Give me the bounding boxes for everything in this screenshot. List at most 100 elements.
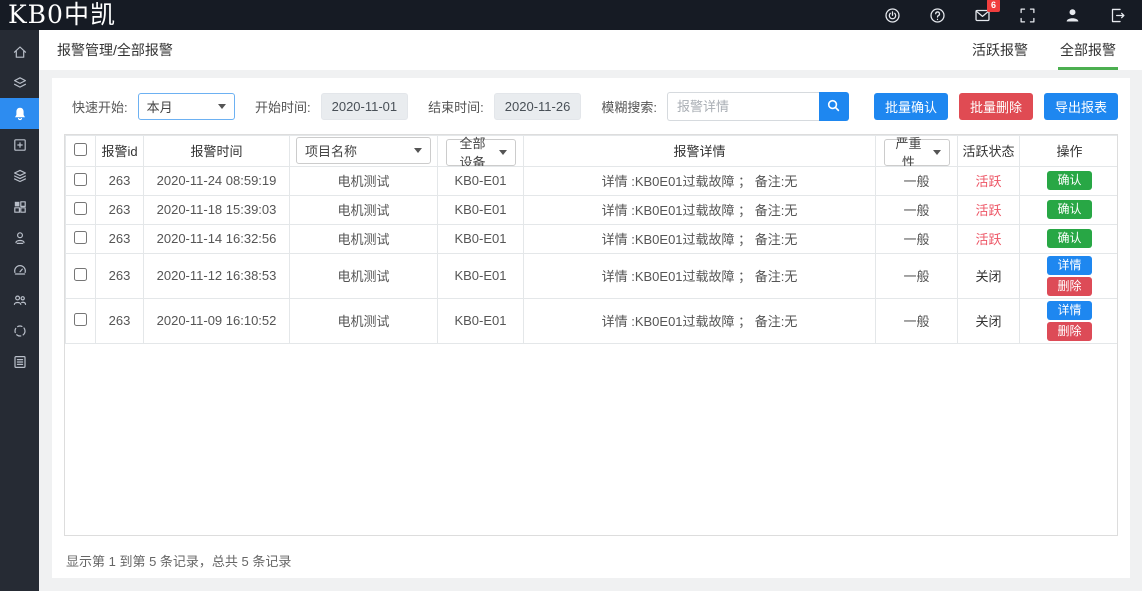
row-action-success-button[interactable]: 确认 (1047, 229, 1091, 248)
project-name-select[interactable]: 项目名称 (296, 137, 431, 164)
sidebar-item-stack[interactable] (0, 160, 39, 191)
device-select[interactable]: 全部设备 (446, 139, 516, 166)
sidebar-item-sync[interactable] (0, 315, 39, 346)
chevron-down-icon (933, 150, 941, 155)
column-alarm-details: 报警详情 (524, 136, 876, 167)
row-action-primary-button[interactable]: 详情 (1047, 256, 1091, 275)
search-icon (826, 98, 841, 116)
status-badge: 关闭 (958, 298, 1020, 343)
fullscreen-icon[interactable] (1018, 6, 1036, 24)
layers-icon (12, 75, 28, 91)
list-doc-icon (12, 354, 28, 370)
alarm-id: 263 (96, 253, 144, 298)
sidebar-item-logs[interactable] (0, 346, 39, 377)
app-logo: KB0中凯 (8, 1, 116, 29)
project-name: 电机测试 (290, 253, 438, 298)
home-icon (12, 44, 28, 60)
bell-icon (12, 106, 28, 122)
table-row: 2632020-11-09 16:10:52电机测试KB0-E01详情 :KB0… (66, 298, 1119, 343)
severity: 一般 (876, 166, 958, 195)
severity: 一般 (876, 298, 958, 343)
severity-select[interactable]: 严重性 (884, 139, 950, 166)
mail-badge: 6 (987, 0, 1000, 12)
alarm-details: 详情 :KB0E01过载故障 ； 备注:无 (524, 166, 876, 195)
end-date-input[interactable]: 2020-11-26 (494, 93, 582, 120)
table-row: 2632020-11-12 16:38:53电机测试KB0-E01详情 :KB0… (66, 253, 1119, 298)
alarm-table: 报警id 报警时间 项目名称 全部设备 (65, 135, 1118, 344)
tab-0[interactable]: 活跃报警 (970, 30, 1030, 70)
sidebar-item-grid[interactable] (0, 191, 39, 222)
row-action-success-button[interactable]: 确认 (1047, 171, 1091, 190)
alarm-time: 2020-11-24 08:59:19 (144, 166, 290, 195)
table-row: 2632020-11-24 08:59:19电机测试KB0-E01详情 :KB0… (66, 166, 1119, 195)
sidebar-item-layers[interactable] (0, 67, 39, 98)
gauge-icon (12, 261, 28, 277)
app-header: KB0中凯 6 (0, 0, 1142, 30)
project-name-value: 项目名称 (305, 141, 357, 160)
logout-icon[interactable] (1108, 6, 1126, 24)
row-checkbox[interactable] (74, 268, 87, 281)
column-alarm-id: 报警id (96, 136, 144, 167)
end-time-label: 结束时间: (428, 97, 484, 116)
chevron-down-icon (414, 148, 422, 153)
help-icon[interactable] (928, 6, 946, 24)
alarm-time: 2020-11-12 16:38:53 (144, 253, 290, 298)
chevron-down-icon (218, 104, 226, 109)
severity: 一般 (876, 195, 958, 224)
row-operations: 确认 (1020, 224, 1119, 253)
export-report-button[interactable]: 导出报表 (1044, 93, 1118, 120)
device-name: KB0-E01 (438, 224, 524, 253)
project-name: 电机测试 (290, 195, 438, 224)
table-row: 2632020-11-18 15:39:03电机测试KB0-E01详情 :KB0… (66, 195, 1119, 224)
status-badge: 活跃 (958, 166, 1020, 195)
row-action-success-button[interactable]: 确认 (1047, 200, 1091, 219)
device-value: 全部设备 (455, 136, 491, 167)
fuzzy-search-label: 模糊搜索: (601, 97, 657, 116)
mail-icon[interactable]: 6 (973, 6, 991, 24)
sidebar-item-groups[interactable] (0, 284, 39, 315)
search-input[interactable] (667, 92, 819, 121)
alarm-id: 263 (96, 195, 144, 224)
batch-delete-button[interactable]: 批量删除 (959, 93, 1033, 120)
sidebar-item-alarms[interactable] (0, 98, 39, 129)
column-operations: 操作 (1020, 136, 1119, 167)
row-operations: 详情删除 (1020, 253, 1119, 298)
users-icon (12, 292, 28, 308)
sidebar-item-home[interactable] (0, 36, 39, 67)
alarm-panel: 快速开始: 本月 开始时间: 2020-11-01 结束时间: 2020-11-… (52, 78, 1130, 578)
tab-bar: 活跃报警全部报警 (970, 30, 1118, 70)
sidebar-item-user-admin[interactable] (0, 222, 39, 253)
sidebar (0, 30, 39, 591)
row-checkbox[interactable] (74, 231, 87, 244)
row-checkbox[interactable] (74, 173, 87, 186)
sync-icon (12, 323, 28, 339)
start-date-input[interactable]: 2020-11-01 (321, 93, 409, 120)
page-topbar: 报警管理/全部报警 活跃报警全部报警 (39, 30, 1142, 70)
user-pin-icon (12, 230, 28, 246)
record-summary: 显示第 1 到第 5 条记录，总共 5 条记录 (66, 551, 1118, 570)
select-all-checkbox[interactable] (74, 143, 87, 156)
breadcrumb: 报警管理/全部报警 (57, 40, 173, 60)
row-operations: 确认 (1020, 166, 1119, 195)
status-badge: 活跃 (958, 224, 1020, 253)
header-icon-bar: 6 (883, 6, 1126, 24)
tab-1[interactable]: 全部报警 (1058, 30, 1118, 70)
sidebar-item-add-panel[interactable] (0, 129, 39, 160)
column-active-status: 活跃状态 (958, 136, 1020, 167)
row-action-danger-button[interactable]: 删除 (1047, 322, 1091, 341)
quick-start-select[interactable]: 本月 (138, 93, 235, 120)
row-action-primary-button[interactable]: 详情 (1047, 301, 1091, 320)
power-icon[interactable] (883, 6, 901, 24)
status-badge: 活跃 (958, 195, 1020, 224)
alarm-table-body: 2632020-11-24 08:59:19电机测试KB0-E01详情 :KB0… (66, 166, 1119, 343)
alarm-details: 详情 :KB0E01过载故障 ； 备注:无 (524, 224, 876, 253)
row-checkbox[interactable] (74, 313, 87, 326)
search-button[interactable] (819, 92, 849, 121)
batch-confirm-button[interactable]: 批量确认 (874, 93, 948, 120)
sidebar-item-dashboard[interactable] (0, 253, 39, 284)
device-name: KB0-E01 (438, 298, 524, 343)
alarm-id: 263 (96, 166, 144, 195)
row-action-danger-button[interactable]: 删除 (1047, 277, 1091, 296)
row-checkbox[interactable] (74, 202, 87, 215)
user-icon[interactable] (1063, 6, 1081, 24)
